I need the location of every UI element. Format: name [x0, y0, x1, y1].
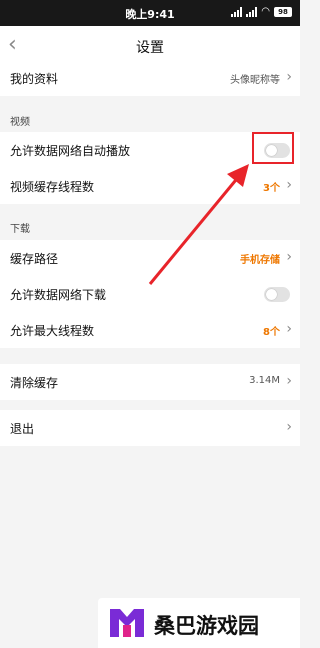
- watermark: 桑巴游戏园: [98, 598, 300, 648]
- annotation-arrow-icon: [148, 164, 249, 285]
- watermark-logo-icon: [110, 609, 144, 637]
- watermark-text: 桑巴游戏园: [154, 614, 259, 638]
